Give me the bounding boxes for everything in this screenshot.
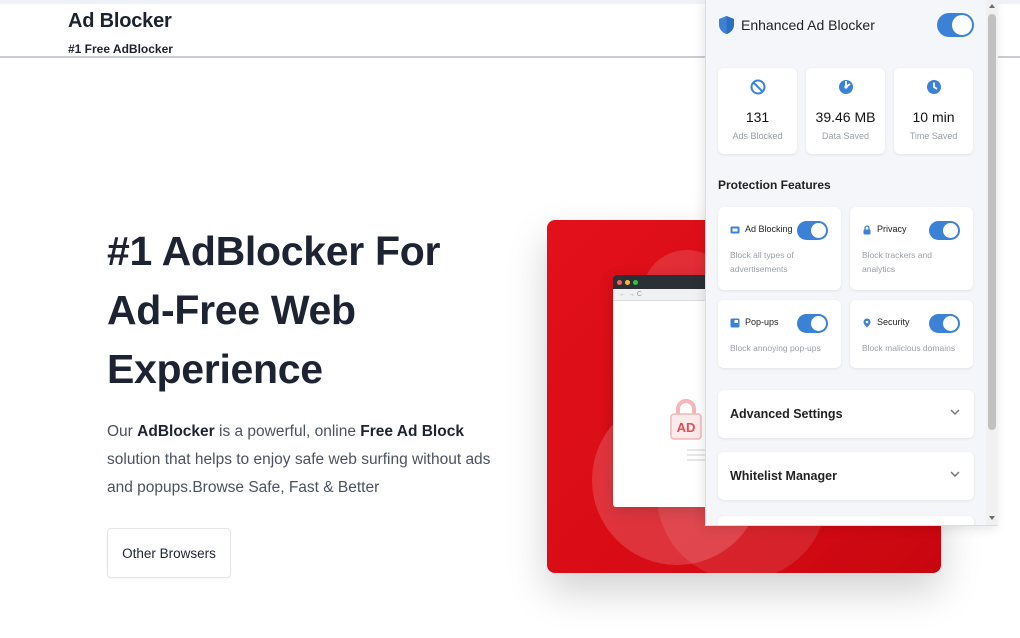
feature-description: Block annoying pop-ups	[730, 343, 821, 353]
window-titlebar	[613, 275, 713, 289]
stat-label: Data Saved	[821, 131, 870, 141]
hero-title-line: Ad-Free Web	[107, 287, 356, 333]
stat-card-time-saved: 10 min Time Saved	[894, 68, 973, 154]
popups-toggle[interactable]	[797, 314, 828, 333]
hero-desc-bold: Free Ad Block	[360, 423, 464, 440]
stat-value: 131	[745, 109, 770, 125]
hero-desc-text: solution that helps to enjoy safe web su…	[107, 451, 491, 496]
data-icon	[838, 80, 853, 94]
popup-title: Enhanced Ad Blocker	[741, 17, 875, 33]
feature-description: Block all types of advertisements	[730, 250, 794, 274]
privacy-toggle[interactable]	[929, 221, 960, 240]
hero-title-line: Experience	[107, 346, 323, 392]
shield-icon	[719, 16, 734, 34]
scroll-down-arrow[interactable]	[989, 516, 995, 520]
security-toggle[interactable]	[929, 314, 960, 333]
location-icon	[863, 318, 871, 328]
stat-value: 10 min	[912, 109, 955, 125]
window-dot	[625, 279, 630, 285]
stat-label: Time Saved	[909, 131, 958, 141]
next-accordion-partial[interactable]	[718, 516, 974, 525]
feature-card-security: Security Block malicious domains	[850, 300, 973, 368]
accordion-label: Advanced Settings	[730, 407, 843, 421]
popup-icon	[730, 318, 740, 328]
toggle-knob	[952, 15, 972, 35]
toggle-knob	[811, 316, 826, 331]
feature-card-privacy: Privacy Block trackers and analytics	[850, 207, 973, 290]
chevron-down-icon	[950, 409, 960, 416]
window-url-bar: ← → C	[613, 289, 713, 301]
chevron-down-icon	[950, 471, 960, 478]
block-icon	[750, 79, 765, 95]
toggle-knob	[943, 316, 958, 331]
hero-desc-bold: AdBlocker	[137, 423, 215, 440]
stat-value: 39.46 MB	[815, 109, 876, 125]
feature-name: Ad Blocking	[745, 224, 793, 234]
hero-title-line: #1 AdBlocker For	[107, 228, 441, 274]
extension-popup: Enhanced Ad Blocker 131 Ads Blocked 39.4…	[705, 0, 998, 526]
toggle-knob	[811, 223, 826, 238]
scrollbar-thumb[interactable]	[988, 14, 996, 430]
whitelist-manager-accordion[interactable]: Whitelist Manager	[718, 452, 974, 500]
advanced-settings-accordion[interactable]: Advanced Settings	[718, 390, 974, 438]
scroll-up-arrow[interactable]	[989, 4, 995, 8]
clock-icon	[926, 80, 941, 94]
popup-scrollbar[interactable]	[986, 0, 998, 525]
features-section-title: Protection Features	[718, 178, 831, 192]
hero-title: #1 AdBlocker For Ad-Free Web Experience	[107, 222, 527, 399]
feature-name: Privacy	[877, 224, 907, 234]
window-dot	[633, 279, 638, 285]
toggle-knob	[943, 223, 958, 238]
feature-name: Security	[877, 317, 910, 327]
hero-desc-text: Our	[107, 423, 138, 440]
ad-blocking-toggle[interactable]	[797, 221, 828, 240]
hero-description: Our AdBlocker is a powerful, online Free…	[107, 418, 517, 502]
brand-subtitle: #1 Free AdBlocker	[68, 42, 173, 56]
hero-desc-text: is a powerful, online	[214, 423, 361, 440]
stat-card-ads-blocked: 131 Ads Blocked	[718, 68, 797, 154]
lock-icon	[863, 225, 871, 235]
stat-card-data-saved: 39.46 MB Data Saved	[806, 68, 885, 154]
window-dot	[617, 279, 622, 285]
feature-description: Block trackers and analytics	[862, 250, 932, 274]
feature-card-ad-blocking: Ad Blocking Block all types of advertise…	[718, 207, 841, 290]
ad-icon	[730, 226, 740, 234]
other-browsers-button[interactable]: Other Browsers	[107, 528, 231, 578]
master-toggle[interactable]	[937, 13, 974, 37]
stat-label: Ads Blocked	[732, 131, 783, 141]
feature-card-popups: Pop-ups Block annoying pop-ups	[718, 300, 841, 368]
feature-description: Block malicious domains	[862, 343, 956, 353]
feature-name: Pop-ups	[745, 317, 779, 327]
brand-title[interactable]: Ad Blocker	[68, 10, 172, 33]
accordion-label: Whitelist Manager	[730, 469, 837, 483]
